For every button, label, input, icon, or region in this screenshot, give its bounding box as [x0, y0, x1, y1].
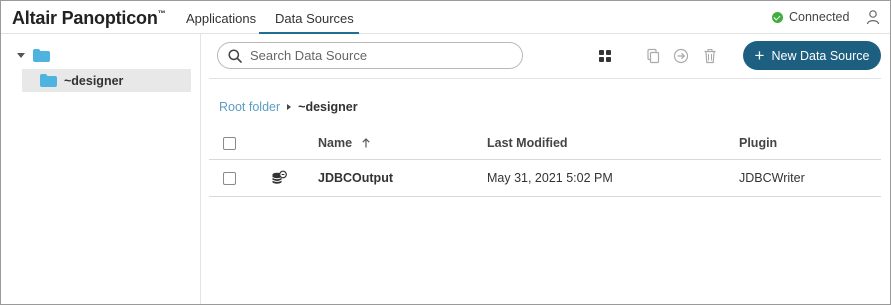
breadcrumb-separator-icon: [287, 104, 292, 110]
grid-view-icon[interactable]: [597, 48, 613, 64]
tree-root-folder[interactable]: [17, 49, 50, 62]
row-name[interactable]: JDBCOutput: [318, 160, 393, 196]
search-box[interactable]: [217, 42, 523, 69]
connection-status: Connected: [772, 10, 849, 24]
folder-icon: [40, 74, 57, 87]
breadcrumb-current: ~designer: [298, 100, 358, 114]
folder-sidebar: ~designer: [1, 34, 201, 304]
column-header-name[interactable]: Name: [318, 127, 371, 159]
copy-icon[interactable]: [645, 48, 661, 64]
plus-icon: +: [754, 46, 765, 65]
row-checkbox[interactable]: [223, 171, 236, 185]
tree-item-label: ~designer: [64, 73, 124, 88]
row-last-modified: May 31, 2021 5:02 PM: [487, 171, 613, 185]
search-icon: [228, 48, 242, 63]
breadcrumb: Root folder ~designer: [219, 100, 358, 114]
row-select-cell: [223, 160, 236, 196]
active-tab-indicator: [259, 32, 359, 34]
search-input[interactable]: [250, 48, 500, 63]
column-header-last-modified[interactable]: Last Modified: [487, 127, 568, 159]
tree-item-designer[interactable]: ~designer: [22, 69, 191, 92]
brand-name: Altair Panopticon: [12, 8, 158, 28]
tab-data-sources[interactable]: Data Sources: [275, 11, 354, 26]
brand-trademark: ™: [157, 9, 166, 18]
new-data-source-label: New Data Source: [771, 48, 870, 63]
connection-status-label: Connected: [789, 10, 850, 24]
select-all-checkbox[interactable]: [223, 136, 236, 150]
user-icon[interactable]: [865, 9, 881, 25]
row-plugin: JDBCWriter: [739, 171, 805, 185]
brand-logo: Altair Panopticon™: [12, 8, 166, 29]
folder-icon: [33, 49, 50, 62]
top-bar: Altair Panopticon™ Applications Data Sou…: [1, 1, 890, 34]
move-icon[interactable]: [673, 48, 689, 64]
database-output-icon: [272, 170, 287, 184]
tab-applications[interactable]: Applications: [186, 11, 256, 26]
connected-check-icon: [772, 11, 783, 23]
delete-icon[interactable]: [702, 48, 718, 64]
table-row[interactable]: JDBCOutput May 31, 2021 5:02 PM JDBCWrit…: [209, 160, 881, 197]
select-all-cell: [223, 127, 236, 159]
new-data-source-button[interactable]: + New Data Source: [743, 41, 881, 70]
data-source-table: Name Last Modified Plugin JDBCOutput May…: [209, 127, 881, 197]
toolbar-divider: [209, 78, 881, 79]
row-icon-cell: [271, 160, 287, 196]
table-header-row: Name Last Modified Plugin: [209, 127, 881, 160]
breadcrumb-root-link[interactable]: Root folder: [219, 100, 280, 114]
column-header-plugin[interactable]: Plugin: [739, 127, 777, 159]
sort-ascending-icon[interactable]: [361, 138, 371, 148]
expand-caret-icon[interactable]: [17, 53, 25, 58]
column-name-label: Name: [318, 136, 353, 150]
